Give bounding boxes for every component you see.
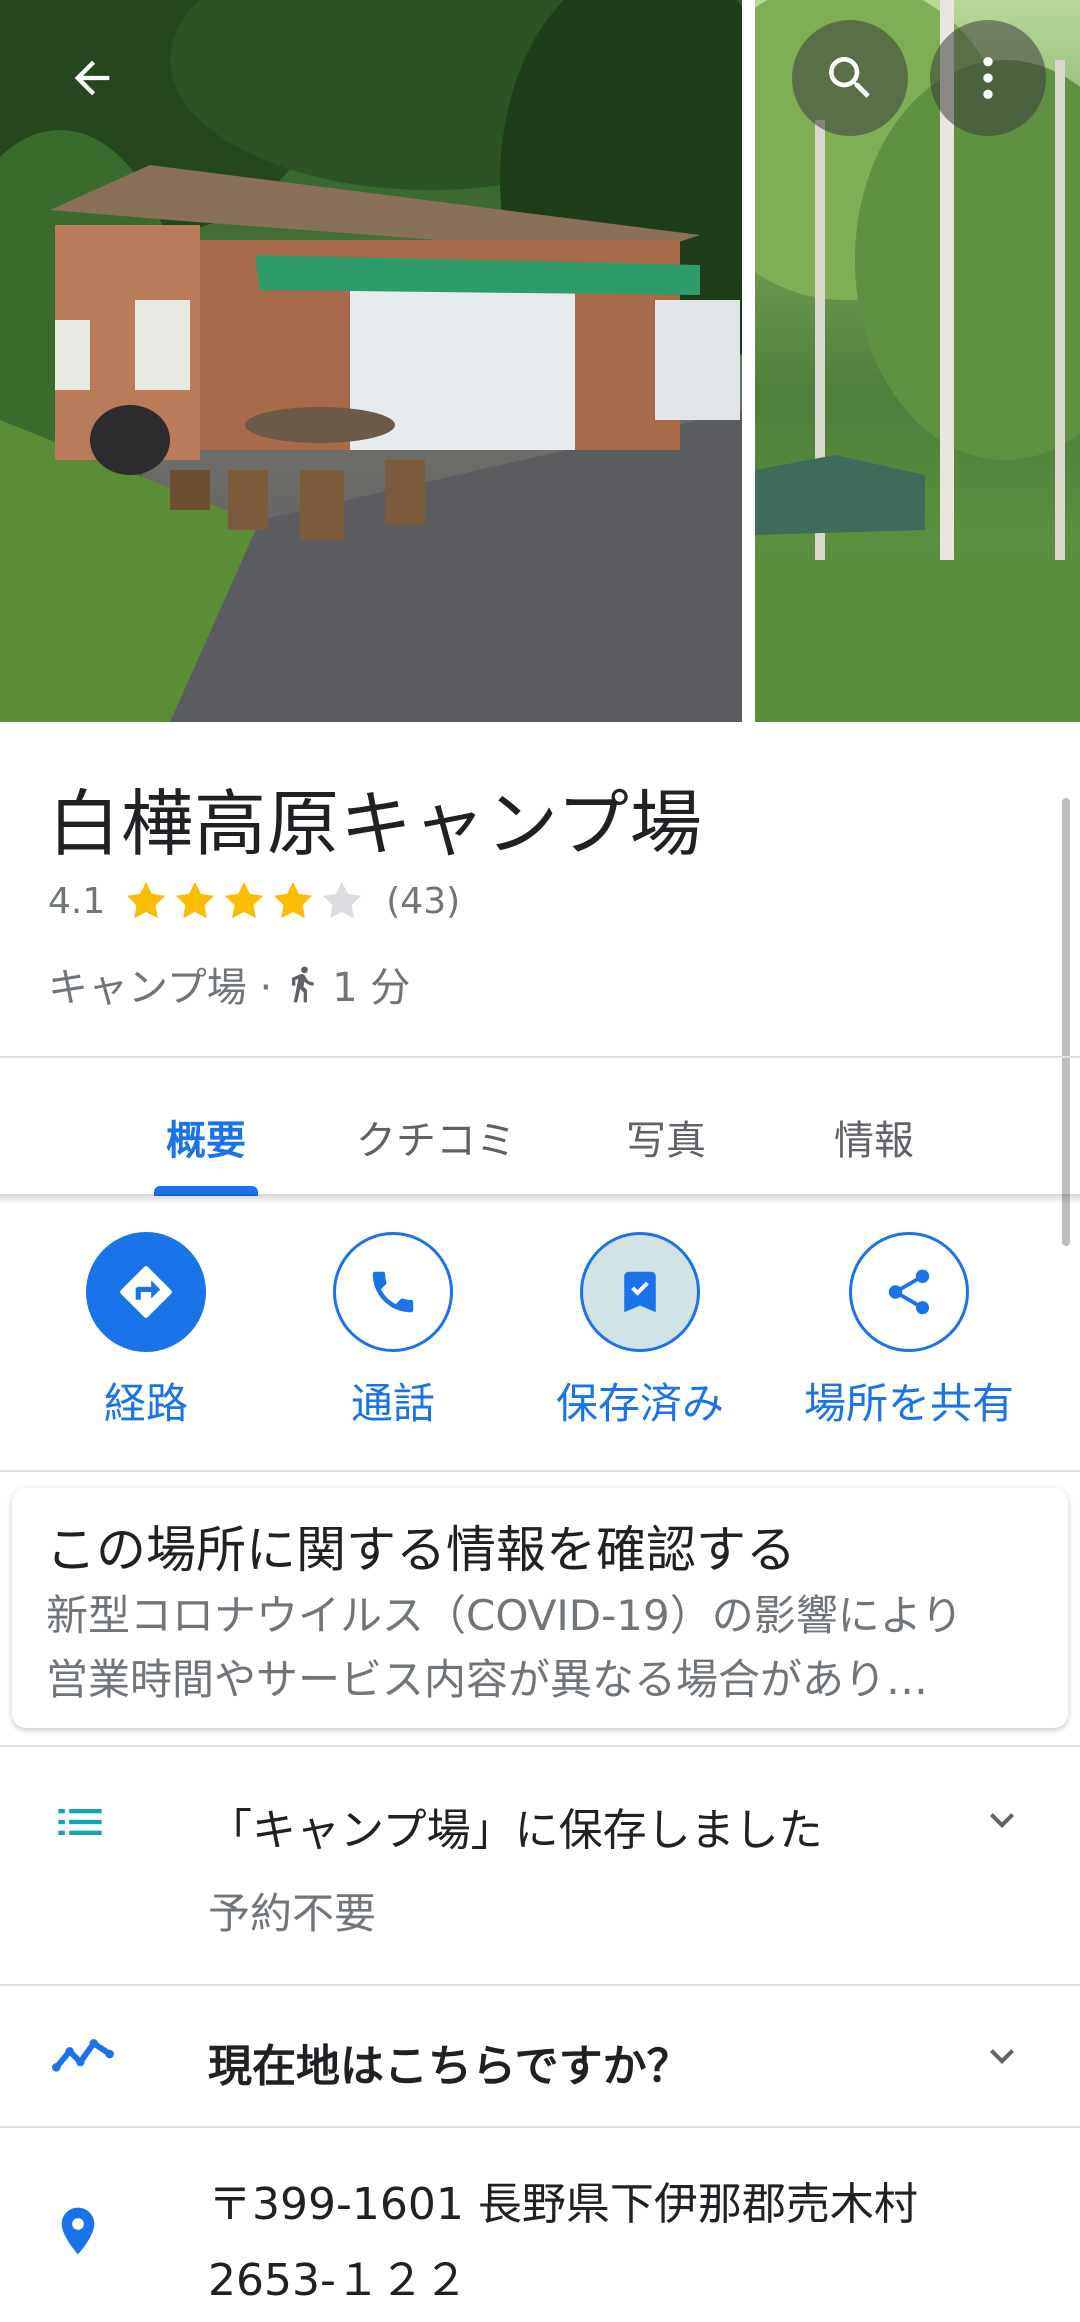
saved-circle [580, 1232, 700, 1352]
place-title: 白樺高原キャンプ場 [48, 782, 703, 866]
divider [0, 1470, 1080, 1472]
info-card-body: 新型コロナウイルス（COVID-19）の影響により 営業時間やサービス内容が異な… [46, 1584, 1046, 1712]
info-card-line: 営業時間やサービス内容が異なる場合があり… [46, 1655, 929, 1704]
star-empty-icon [323, 881, 362, 919]
rating-row[interactable]: 4.1 (43) [48, 878, 460, 924]
saved-button[interactable]: 保存済み [530, 1232, 750, 1431]
share-button[interactable]: 場所を共有 [779, 1232, 1039, 1431]
back-button[interactable] [34, 20, 150, 136]
location-confirm-title: 現在地はこちらですか？ [208, 2041, 691, 2092]
info-card-line: 新型コロナウイルス（COVID-19）の影響により [46, 1591, 963, 1640]
more-vert-icon [983, 57, 993, 99]
trend-icon [52, 2039, 114, 2072]
search-icon [829, 57, 870, 98]
divider [0, 2126, 1080, 2128]
directions-button[interactable]: 経路 [36, 1232, 256, 1431]
category-row: キャンプ場 · 1 分 [48, 955, 410, 1013]
star-full-icon [176, 881, 215, 919]
info-card-title: この場所に関する情報を確認する [46, 1521, 796, 1579]
walking-icon [292, 966, 314, 1003]
tab-info[interactable]: 情報 [834, 1108, 914, 1166]
directions-label: 経路 [103, 1379, 188, 1428]
saved-list-title: 「キャンプ場」に保存しました [208, 1805, 823, 1856]
call-button[interactable]: 通話 [283, 1232, 503, 1431]
rating-stars [123, 878, 368, 924]
divider [0, 1984, 1080, 1986]
tab-photos[interactable]: 写真 [626, 1108, 706, 1166]
share-circle [849, 1232, 969, 1352]
saved-list-note: 予約不要 [208, 1889, 377, 1938]
divider [0, 1745, 1080, 1747]
saved-label: 保存済み [555, 1379, 724, 1428]
share-label: 場所を共有 [803, 1379, 1014, 1428]
phone-icon [372, 1271, 414, 1313]
directions-circle [86, 1232, 206, 1352]
tab-reviews[interactable]: クチコミ [356, 1108, 516, 1166]
photo-header[interactable] [0, 0, 1080, 725]
tab-bar: 概要 クチコミ 写真 情報 [0, 1058, 1080, 1198]
list-icon [58, 1809, 102, 1835]
tab-bar-shadow [0, 1194, 1080, 1204]
star-full-icon [274, 881, 313, 919]
walk-time: 1 分 [332, 965, 411, 1011]
chevron-down-icon[interactable] [978, 2032, 1026, 2080]
star-full-icon [127, 881, 166, 919]
search-button[interactable] [792, 20, 908, 136]
share-icon [888, 1269, 930, 1315]
star-full-icon [225, 881, 264, 919]
directions-icon [120, 1266, 172, 1318]
address-line-2: 2653-１２２ [208, 2255, 468, 2306]
more-options-button[interactable] [930, 20, 1046, 136]
covid-info-card[interactable]: この場所に関する情報を確認する 新型コロナウイルス（COVID-19）の影響によ… [12, 1488, 1068, 1728]
review-count: (43) [386, 880, 461, 922]
category-label: キャンプ場 · [48, 965, 273, 1011]
location-pin-icon [61, 2207, 95, 2255]
call-circle [333, 1232, 453, 1352]
address-line-1: 〒399-1601 長野県下伊那郡売木村 [208, 2179, 918, 2230]
tab-overview[interactable]: 概要 [166, 1108, 246, 1166]
rating-value: 4.1 [48, 880, 106, 922]
bookmark-check-icon [624, 1271, 656, 1313]
call-label: 通話 [350, 1379, 435, 1428]
arrow-back-icon [74, 60, 110, 96]
chevron-down-icon[interactable] [978, 1796, 1026, 1844]
